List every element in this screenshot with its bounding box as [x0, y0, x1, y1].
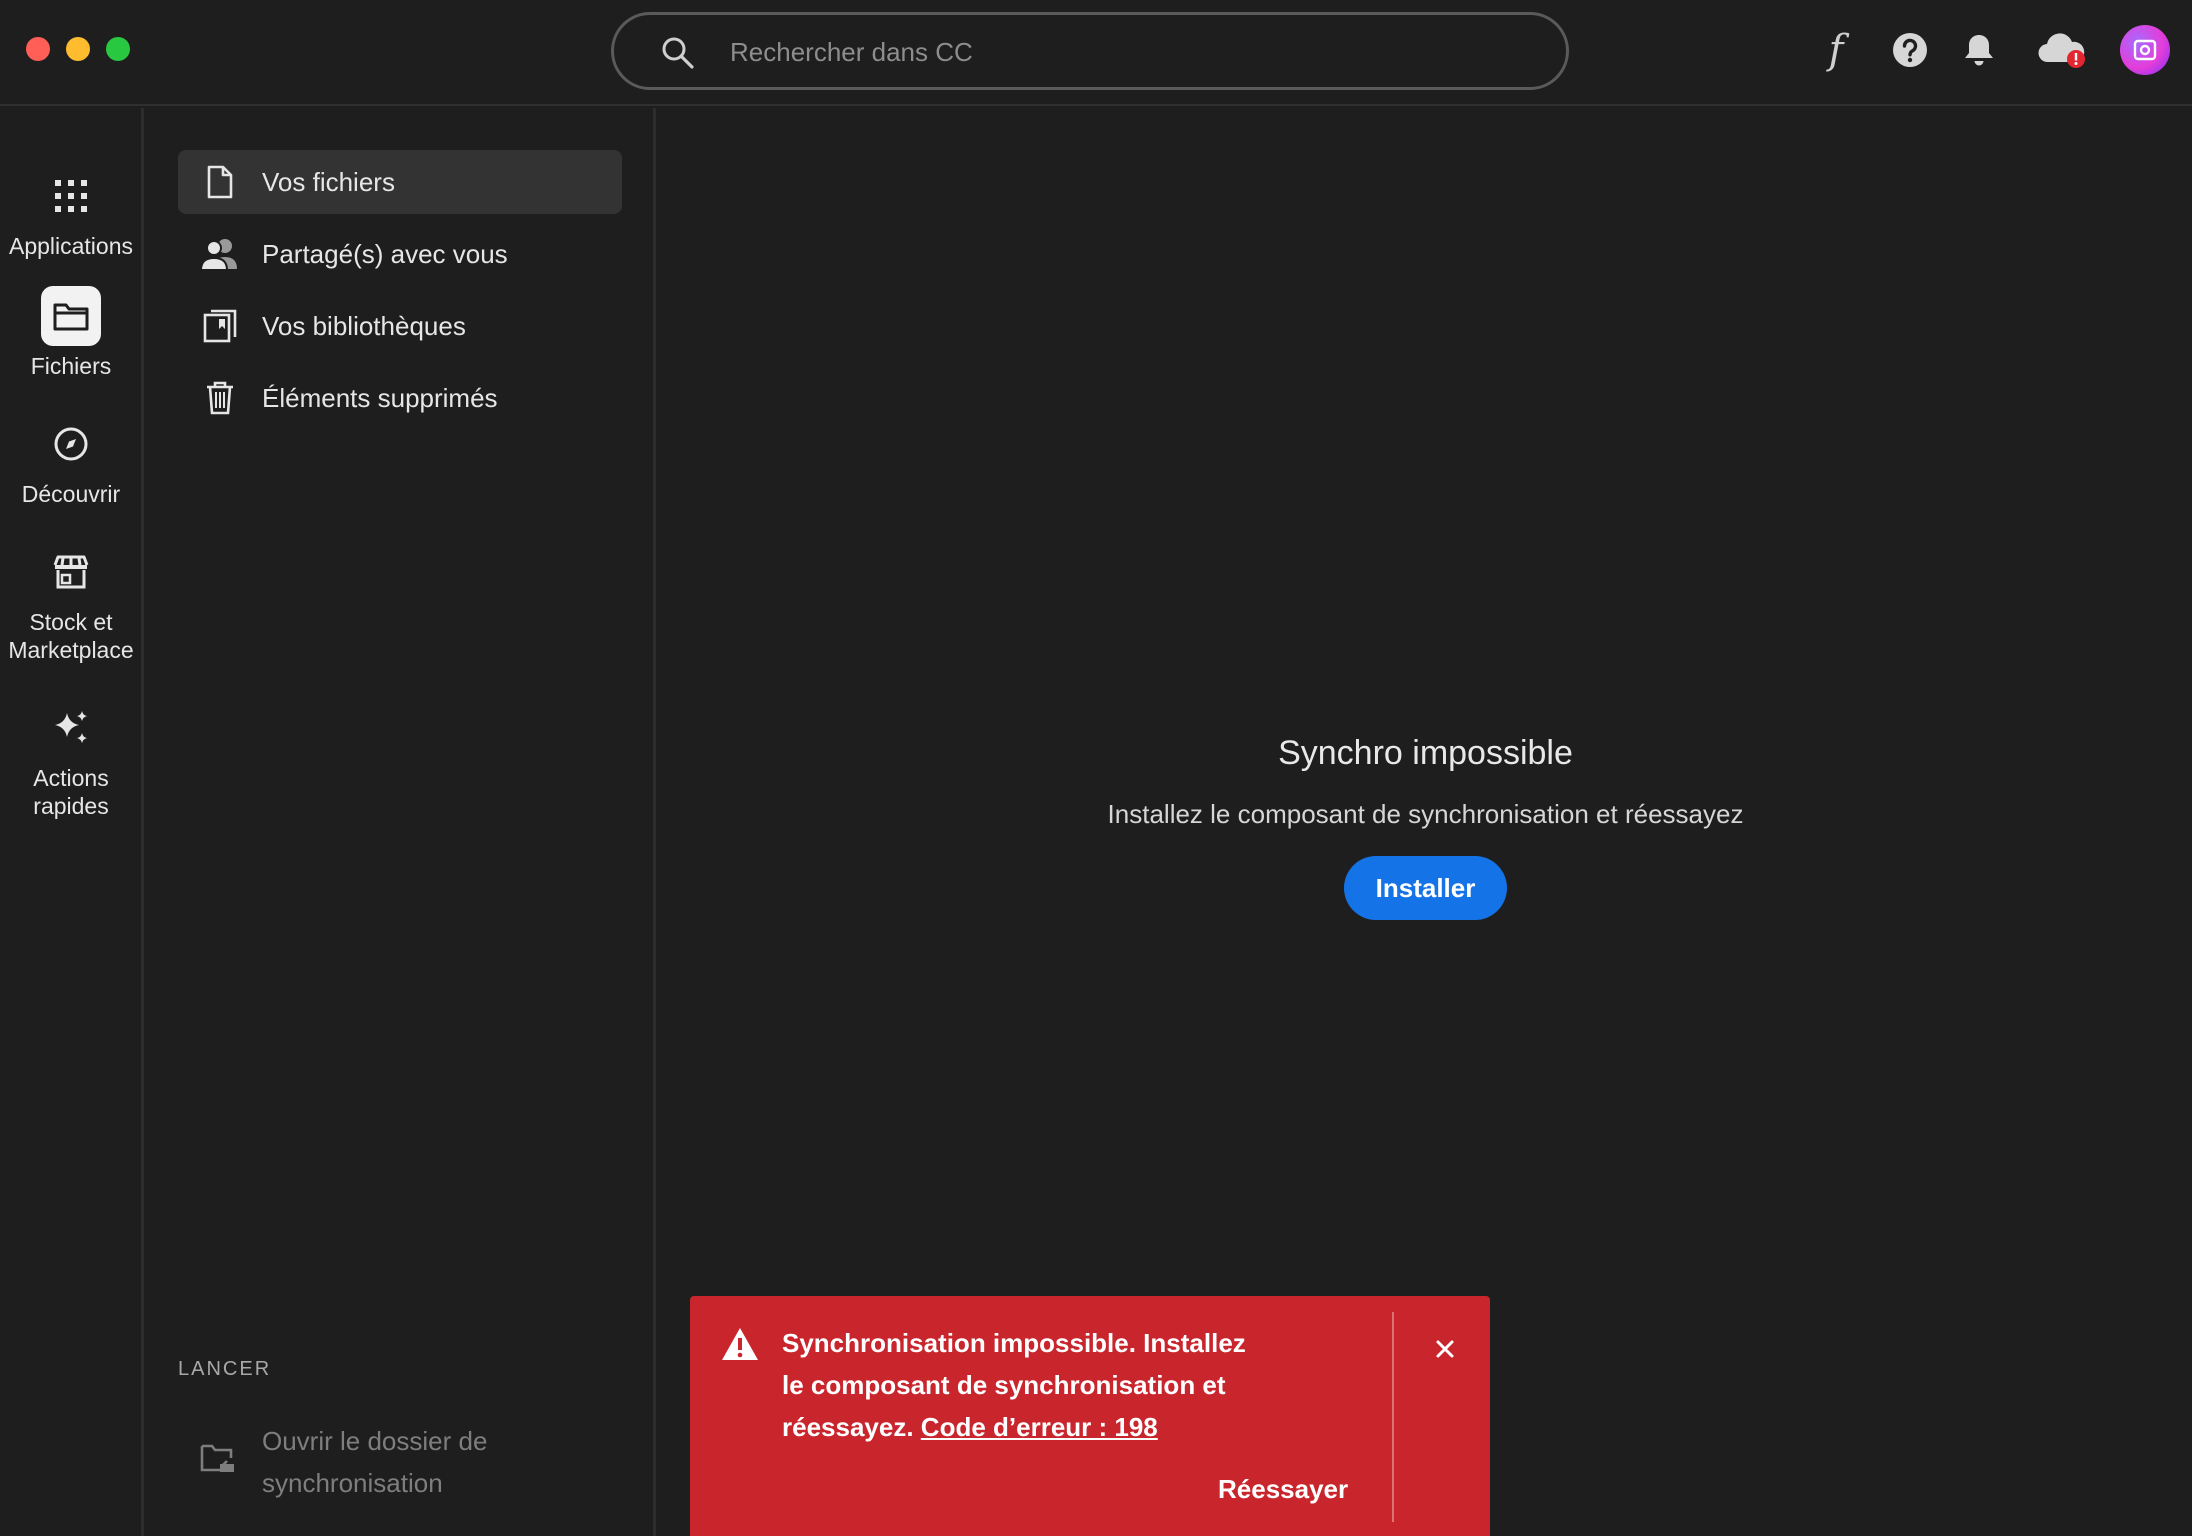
launch-section-heading: LANCER	[178, 1358, 272, 1380]
close-icon[interactable]	[1430, 1334, 1460, 1364]
sync-error-empty-state: Synchro impossible Installez le composan…	[659, 734, 2192, 920]
nav-item-label: Éléments supprimés	[262, 382, 498, 413]
app-rail: Applications Fichiers Découvrir Stock et…	[0, 108, 144, 1536]
open-sync-folder-item[interactable]: Ouvrir le dossier de synchronisation	[178, 1420, 622, 1504]
nav-item-label: Partagé(s) avec vous	[262, 238, 508, 269]
file-icon	[200, 162, 240, 202]
nav-item-vos-fichiers[interactable]: Vos fichiers	[178, 150, 622, 214]
folder-open-icon	[200, 1442, 240, 1482]
nav-item-label: Vos fichiers	[262, 166, 395, 197]
empty-state-title: Synchro impossible	[1278, 734, 1573, 772]
error-code-link[interactable]: Code d’erreur : 198	[921, 1412, 1158, 1442]
install-button[interactable]: Installer	[1343, 856, 1508, 920]
apps-grid-icon	[41, 166, 101, 226]
trash-icon	[200, 378, 240, 418]
avatar[interactable]	[2120, 25, 2170, 75]
profile-icon	[2133, 39, 2157, 61]
library-icon	[200, 306, 240, 346]
rail-item-actions-rapides[interactable]: Actions rapides	[0, 698, 142, 820]
toast-divider	[1392, 1312, 1394, 1522]
rail-item-label: Découvrir	[21, 481, 121, 507]
bell-icon[interactable]	[1955, 26, 2003, 74]
rail-item-decouvrir[interactable]: Découvrir	[0, 414, 142, 508]
search-bar[interactable]	[611, 12, 1569, 90]
retry-button[interactable]: Réessayer	[1218, 1474, 1348, 1505]
rail-item-stock-marketplace[interactable]: Stock et Marketplace	[0, 542, 142, 664]
sparkle-icon	[41, 698, 101, 758]
rail-item-label: Applications	[8, 233, 134, 259]
people-icon	[200, 234, 240, 274]
empty-state-message: Installez le composant de synchronisatio…	[1107, 799, 1744, 829]
search-icon	[662, 37, 694, 69]
folder-icon	[41, 286, 101, 346]
open-sync-folder-label: Ouvrir le dossier de synchronisation	[262, 1426, 488, 1498]
nav-item-bibliotheques[interactable]: Vos bibliothèques	[178, 294, 622, 358]
nav-item-label: Vos bibliothèques	[262, 310, 466, 341]
window-minimize-button[interactable]	[66, 37, 90, 61]
compass-icon	[41, 414, 101, 474]
rail-item-label: Stock et Marketplace	[8, 609, 134, 663]
search-input[interactable]	[730, 27, 1530, 77]
storefront-icon	[41, 542, 101, 602]
rail-item-fichiers[interactable]: Fichiers	[0, 286, 142, 380]
nav-item-elements-supprimes[interactable]: Éléments supprimés	[178, 366, 622, 430]
window-close-button[interactable]	[26, 37, 50, 61]
rail-item-label: Fichiers	[30, 353, 112, 379]
title-bar: f	[0, 0, 2192, 106]
warning-icon	[722, 1328, 758, 1360]
files-nav-panel: Vos fichiers Partagé(s) avec vous Vos bi…	[144, 108, 656, 1536]
error-toast: Synchronisation impossible. Installez le…	[690, 1296, 1490, 1536]
rail-item-label: Actions rapides	[33, 765, 109, 819]
toast-message: Synchronisation impossible. Installez le…	[782, 1322, 1252, 1448]
rail-item-applications[interactable]: Applications	[0, 166, 142, 260]
cloud-sync-error-icon[interactable]	[2034, 26, 2092, 74]
help-icon[interactable]	[1886, 26, 1934, 74]
nav-item-partages[interactable]: Partagé(s) avec vous	[178, 222, 622, 286]
window-zoom-button[interactable]	[106, 37, 130, 61]
font-icon[interactable]: f	[1812, 26, 1860, 74]
